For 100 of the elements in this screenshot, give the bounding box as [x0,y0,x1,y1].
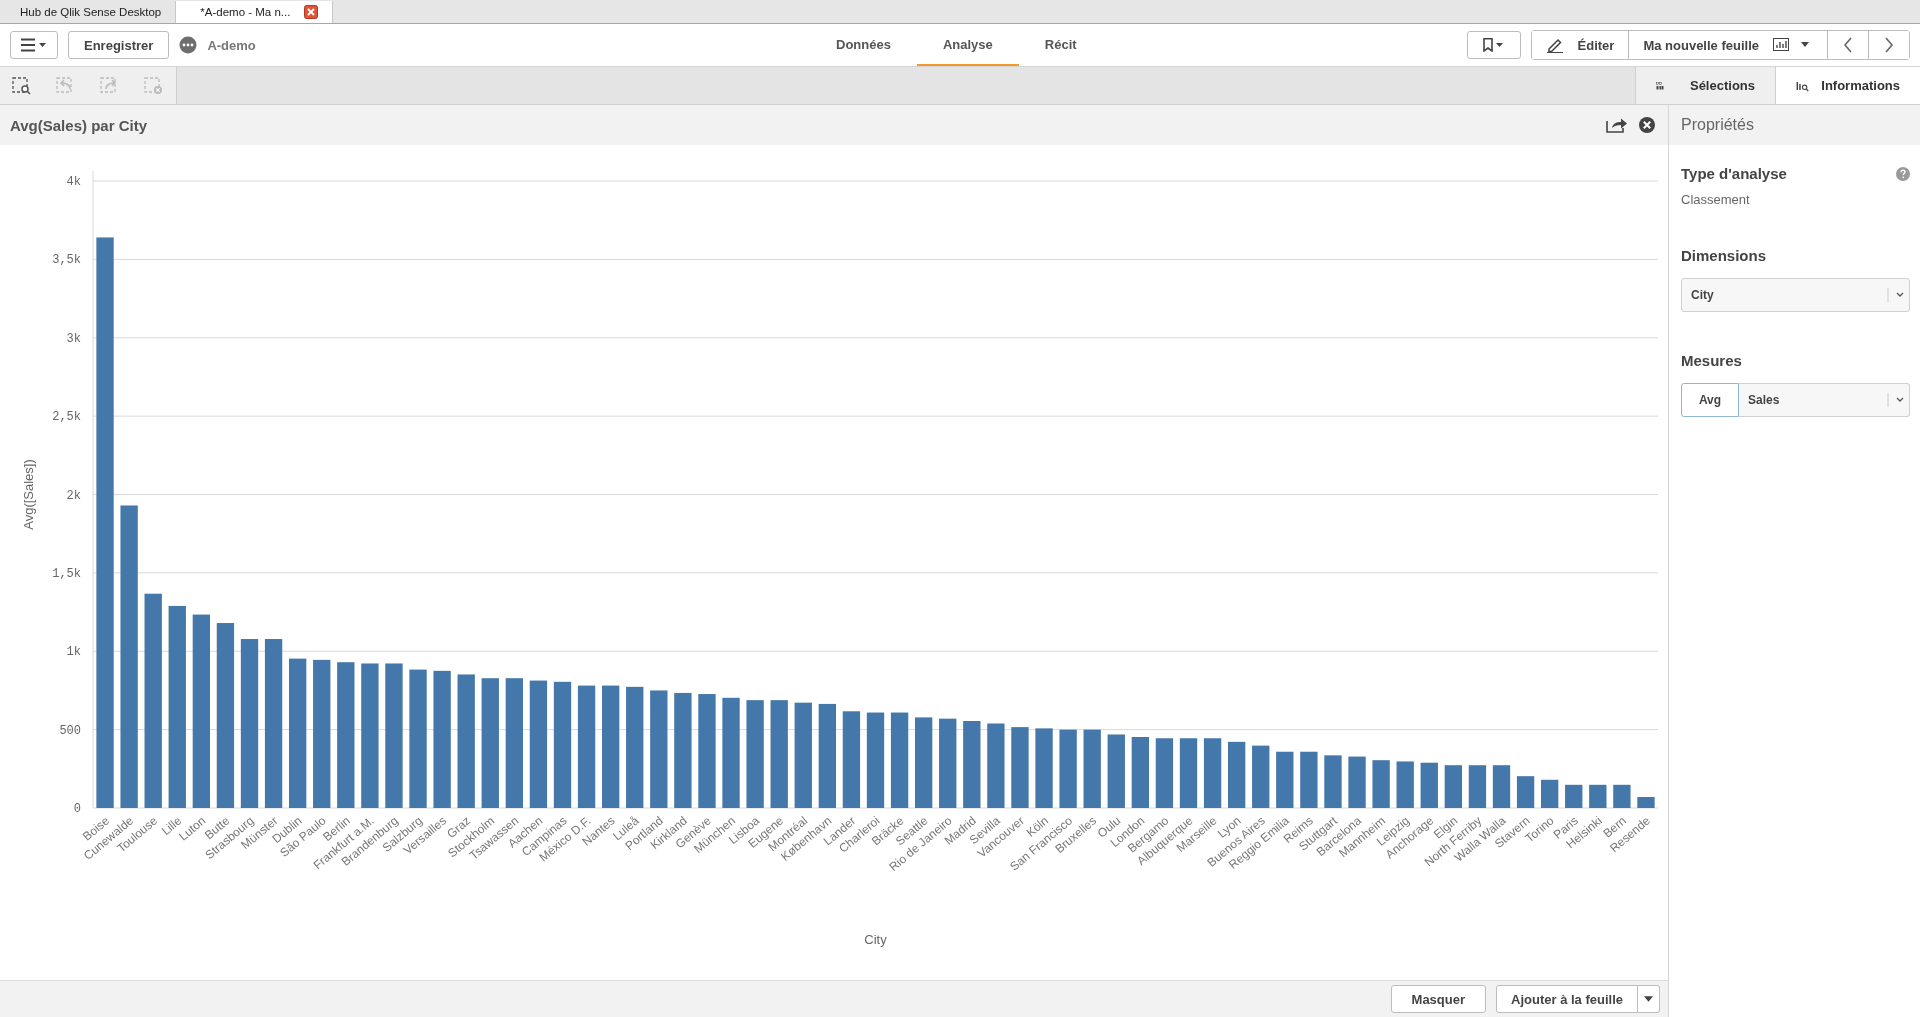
measure-dropdown[interactable]: Sales [1739,383,1910,417]
bar[interactable] [192,614,210,808]
bar[interactable] [1179,738,1198,808]
bar[interactable] [890,712,909,808]
section-heading: Dimensions [1681,247,1768,264]
bar[interactable] [1083,729,1101,808]
bar[interactable] [1396,761,1414,808]
panel-tab[interactable]: Sélections [1635,67,1775,104]
bar[interactable] [433,670,451,808]
bar[interactable] [939,718,957,808]
y-tick-label: 3,5k [52,253,81,268]
bar[interactable] [1565,784,1583,808]
bar[interactable] [1348,756,1366,808]
bar[interactable] [144,593,162,808]
bar[interactable] [1059,729,1077,808]
aggregation-button[interactable]: Avg [1681,383,1739,417]
bar[interactable] [674,692,692,808]
x-axis-title: City [864,932,887,947]
y-tick-label: 4k [66,175,81,189]
bar[interactable] [481,678,499,808]
bar[interactable] [1613,784,1631,808]
bar[interactable] [1516,776,1535,808]
bar[interactable] [1492,765,1511,808]
y-tick-label: 1,5k [52,566,81,581]
bar[interactable] [1107,734,1125,808]
bar[interactable] [818,703,836,808]
bar[interactable] [216,623,235,808]
bar[interactable] [168,605,186,808]
bar[interactable] [409,669,427,808]
bar[interactable] [626,686,644,808]
bar[interactable] [553,681,572,808]
close-icon[interactable] [1638,116,1656,134]
bar[interactable] [650,690,668,808]
bar[interactable] [1203,738,1222,808]
help-icon[interactable] [1896,166,1910,181]
bar[interactable] [385,663,403,808]
bookmark-button[interactable] [1466,31,1521,59]
bar[interactable] [1252,745,1270,808]
bar[interactable] [915,717,933,808]
bar[interactable] [1131,737,1149,808]
menu-button[interactable] [10,31,58,59]
bar[interactable] [1276,751,1294,808]
y-tick-label: 500 [59,723,81,738]
bar[interactable] [746,700,764,808]
bar[interactable] [963,721,981,808]
bar[interactable] [794,702,812,808]
bar[interactable] [264,639,283,808]
bar[interactable] [722,697,740,808]
section-heading: Type d'analyse [1681,165,1787,182]
bar[interactable] [866,712,885,808]
bookmark-icon [1482,38,1505,52]
nav-tab[interactable]: Données [810,24,917,66]
bar[interactable] [577,685,596,808]
nav-tab[interactable]: Récit [1018,24,1103,66]
bar[interactable] [337,662,355,808]
close-icon[interactable] [304,5,319,19]
section-heading: Mesures [1681,352,1743,369]
bar[interactable] [529,680,548,808]
save-button[interactable]: Enregistrer [68,31,170,59]
export-icon[interactable] [1606,117,1628,133]
bar[interactable] [1589,784,1607,808]
bar[interactable] [457,674,475,808]
dropdown-button[interactable] [1638,985,1660,1013]
bar[interactable] [698,694,716,808]
bar[interactable] [1444,765,1462,808]
bar[interactable] [1035,728,1053,808]
y-axis-title: Avg([Sales]) [21,459,36,530]
bar[interactable] [361,663,379,808]
y-tick-label: 2,5k [52,410,81,425]
bar[interactable] [842,711,861,808]
chevron-right-icon [1884,37,1894,53]
bar[interactable] [602,685,620,808]
bar[interactable] [1420,762,1438,808]
next-button[interactable] [1868,31,1909,59]
panel-tab[interactable]: Informations [1775,67,1920,104]
add-to-sheet-button[interactable]: Ajouter à la feuille [1496,985,1638,1013]
bar[interactable] [1468,765,1487,808]
bar[interactable] [987,723,1005,808]
bar[interactable] [1155,738,1174,808]
bar[interactable] [1011,727,1029,808]
dimension-dropdown[interactable]: City [1681,278,1910,312]
bar[interactable] [313,659,331,808]
bar[interactable] [505,678,523,808]
browser-tab[interactable]: *A-demo - Ma n... [176,1,334,23]
chevron-left-icon [1843,37,1853,53]
app-icon [179,36,198,54]
bar[interactable] [1372,760,1390,808]
menu-icon [21,38,47,52]
app-name: A-demo [207,37,256,53]
bar[interactable] [96,237,114,808]
hide-button[interactable]: Masquer [1390,985,1486,1013]
bar[interactable] [1637,797,1655,808]
bar[interactable] [1300,751,1318,808]
bar[interactable] [1228,741,1246,808]
bar[interactable] [1541,779,1559,808]
bar[interactable] [240,639,259,808]
bar[interactable] [770,700,788,808]
bar[interactable] [1324,755,1342,808]
bar[interactable] [120,505,138,808]
bar[interactable] [289,658,307,808]
